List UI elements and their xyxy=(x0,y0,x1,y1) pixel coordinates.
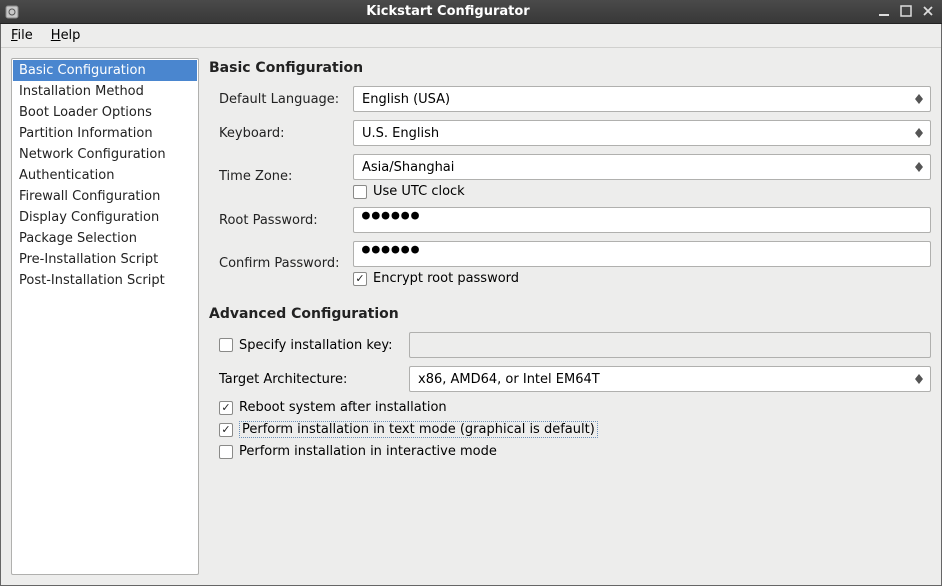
close-button[interactable] xyxy=(920,5,936,19)
confirm-password-input[interactable]: ●●●●●● xyxy=(353,241,931,267)
minimize-button[interactable] xyxy=(876,5,892,19)
utc-checkbox-row[interactable]: Use UTC clock xyxy=(353,184,931,199)
text-mode-checkbox[interactable] xyxy=(219,423,233,437)
advanced-section: Advanced Configuration Specify installat… xyxy=(209,306,931,459)
sidebar-item-authentication[interactable]: Authentication xyxy=(13,165,197,186)
default-language-select[interactable]: English (USA) xyxy=(353,86,931,112)
window-title: Kickstart Configurator xyxy=(20,4,876,19)
target-arch-label: Target Architecture: xyxy=(209,372,401,387)
specify-key-checkbox[interactable] xyxy=(219,338,233,352)
sidebar-item-post-installation-script[interactable]: Post-Installation Script xyxy=(13,270,197,291)
maximize-button[interactable] xyxy=(898,5,914,19)
interactive-checkbox-row[interactable]: Perform installation in interactive mode xyxy=(209,444,931,459)
sidebar[interactable]: Basic Configuration Installation Method … xyxy=(11,58,199,575)
reboot-label: Reboot system after installation xyxy=(239,400,447,415)
target-arch-value: x86, AMD64, or Intel EM64T xyxy=(418,372,600,387)
keyboard-select[interactable]: U.S. English xyxy=(353,120,931,146)
app-icon xyxy=(4,4,20,20)
spinner-icon xyxy=(912,157,926,177)
sidebar-item-network-configuration[interactable]: Network Configuration xyxy=(13,144,197,165)
timezone-select[interactable]: Asia/Shanghai xyxy=(353,154,931,180)
text-mode-label: Perform installation in text mode (graph… xyxy=(239,421,598,438)
interactive-checkbox[interactable] xyxy=(219,445,233,459)
encrypt-checkbox-row[interactable]: Encrypt root password xyxy=(353,271,931,286)
window-body: File Help Basic Configuration Installati… xyxy=(0,24,942,586)
sidebar-item-package-selection[interactable]: Package Selection xyxy=(13,228,197,249)
menu-help[interactable]: Help xyxy=(47,26,85,45)
sidebar-item-partition-information[interactable]: Partition Information xyxy=(13,123,197,144)
advanced-title: Advanced Configuration xyxy=(209,306,931,322)
root-password-input[interactable]: ●●●●●● xyxy=(353,207,931,233)
main-panel: Basic Configuration Default Language: En… xyxy=(209,58,931,575)
sidebar-item-installation-method[interactable]: Installation Method xyxy=(13,81,197,102)
basic-title: Basic Configuration xyxy=(209,60,931,76)
utc-label: Use UTC clock xyxy=(373,184,465,199)
sidebar-item-basic-configuration[interactable]: Basic Configuration xyxy=(13,60,197,81)
confirm-password-label: Confirm Password: xyxy=(209,256,345,271)
encrypt-label: Encrypt root password xyxy=(373,271,519,286)
spinner-icon xyxy=(912,123,926,143)
menubar: File Help xyxy=(1,24,941,48)
sidebar-item-display-configuration[interactable]: Display Configuration xyxy=(13,207,197,228)
sidebar-item-boot-loader-options[interactable]: Boot Loader Options xyxy=(13,102,197,123)
utc-checkbox[interactable] xyxy=(353,185,367,199)
timezone-label: Time Zone: xyxy=(209,169,345,184)
reboot-checkbox[interactable] xyxy=(219,401,233,415)
specify-key-input xyxy=(409,332,931,358)
titlebar: Kickstart Configurator xyxy=(0,0,942,24)
interactive-label: Perform installation in interactive mode xyxy=(239,444,497,459)
keyboard-value: U.S. English xyxy=(362,126,439,141)
specify-key-label: Specify installation key: xyxy=(239,338,393,353)
reboot-checkbox-row[interactable]: Reboot system after installation xyxy=(209,400,931,415)
encrypt-checkbox[interactable] xyxy=(353,272,367,286)
content: Basic Configuration Installation Method … xyxy=(1,48,941,585)
default-language-label: Default Language: xyxy=(209,92,345,107)
basic-section: Basic Configuration Default Language: En… xyxy=(209,60,931,286)
timezone-value: Asia/Shanghai xyxy=(362,160,454,175)
specify-key-checkbox-row[interactable]: Specify installation key: xyxy=(209,338,401,353)
window-controls xyxy=(876,5,942,19)
spinner-icon xyxy=(912,369,926,389)
target-arch-select[interactable]: x86, AMD64, or Intel EM64T xyxy=(409,366,931,392)
sidebar-item-firewall-configuration[interactable]: Firewall Configuration xyxy=(13,186,197,207)
sidebar-item-pre-installation-script[interactable]: Pre-Installation Script xyxy=(13,249,197,270)
keyboard-label: Keyboard: xyxy=(209,126,345,141)
default-language-value: English (USA) xyxy=(362,92,450,107)
menu-file[interactable]: File xyxy=(7,26,37,45)
root-password-label: Root Password: xyxy=(209,213,345,228)
spinner-icon xyxy=(912,89,926,109)
text-mode-checkbox-row[interactable]: Perform installation in text mode (graph… xyxy=(209,421,931,438)
